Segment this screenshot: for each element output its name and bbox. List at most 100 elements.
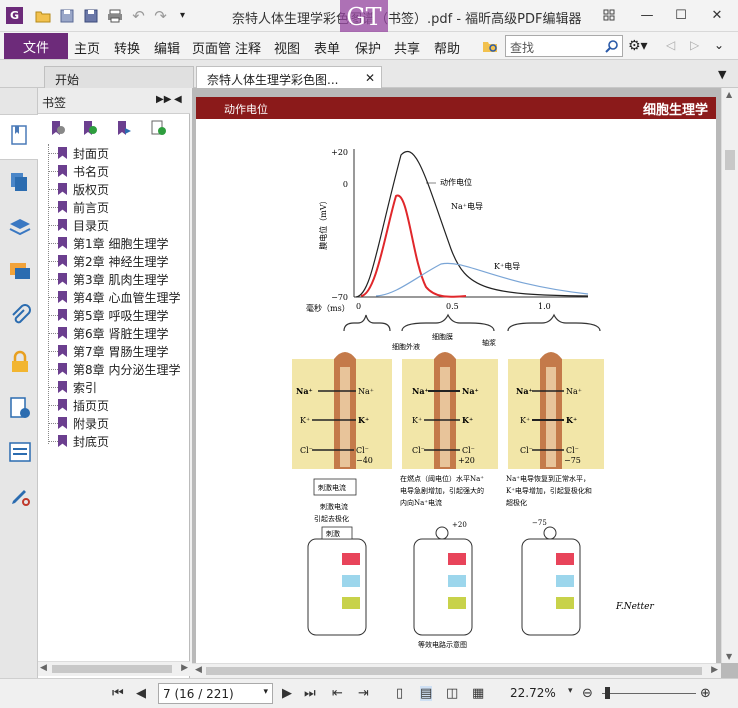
zoom-slider-thumb[interactable] bbox=[605, 687, 610, 699]
add-bookmark-icon[interactable] bbox=[82, 120, 98, 136]
tab-close-icon[interactable]: ✕ bbox=[365, 71, 375, 85]
bookmark-panel-icon[interactable] bbox=[8, 124, 32, 148]
page-number-input[interactable]: 7 (16 / 221) ▾ bbox=[158, 683, 273, 704]
menu-convert[interactable]: 转换 bbox=[114, 38, 140, 57]
bookmark-properties-icon[interactable] bbox=[116, 120, 132, 136]
minimize-button[interactable]: — bbox=[634, 4, 660, 26]
scroll-up-icon[interactable]: ▲ bbox=[726, 90, 732, 99]
add-child-bookmark-icon[interactable] bbox=[150, 120, 166, 136]
pages-thumbnail-icon[interactable] bbox=[8, 170, 32, 194]
single-page-view-icon[interactable]: ▯ bbox=[396, 686, 403, 701]
bookmark-item[interactable]: 版权页 bbox=[48, 180, 190, 198]
document-vscrollbar[interactable]: ▲ ▼ bbox=[721, 88, 738, 663]
zoom-out-icon[interactable]: ⊖ bbox=[582, 686, 593, 701]
next-view-icon[interactable]: ⇥ bbox=[358, 686, 369, 701]
bookmark-item[interactable]: 第8章 内分泌生理学 bbox=[48, 360, 190, 378]
security-lock-icon[interactable] bbox=[8, 350, 32, 374]
delete-bookmark-icon[interactable] bbox=[50, 120, 66, 136]
menu-form[interactable]: 表单 bbox=[314, 38, 340, 57]
attachment-paperclip-icon[interactable] bbox=[8, 304, 32, 328]
find-folder-icon[interactable] bbox=[482, 38, 498, 54]
bookmark-item[interactable]: 索引 bbox=[48, 378, 190, 396]
menu-help[interactable]: 帮助 bbox=[434, 38, 460, 57]
menu-share[interactable]: 共享 bbox=[394, 38, 420, 57]
bookmark-item[interactable]: 目录页 bbox=[48, 216, 190, 234]
bookmark-item[interactable]: 附录页 bbox=[48, 414, 190, 432]
facing-view-icon[interactable]: ◫ bbox=[446, 686, 458, 701]
menu-protect[interactable]: 保护 bbox=[355, 38, 381, 57]
page-dropdown-icon[interactable]: ▾ bbox=[263, 687, 268, 697]
nav-forward-icon[interactable]: ▷ bbox=[690, 38, 699, 52]
first-page-icon[interactable]: ⏮ bbox=[112, 686, 124, 701]
caption-right-line: 超极化 bbox=[506, 498, 527, 507]
content-list-icon[interactable] bbox=[8, 440, 32, 464]
bookmark-item[interactable]: 书名页 bbox=[48, 162, 190, 180]
open-folder-icon[interactable] bbox=[34, 7, 51, 24]
bookmark-item[interactable]: 第7章 胃肠生理学 bbox=[48, 342, 190, 360]
scroll-left-icon[interactable]: ◀ bbox=[40, 663, 47, 673]
close-button[interactable]: ✕ bbox=[704, 4, 730, 26]
document-view[interactable]: 动作电位 细胞生理学 +20 0 −70 膜电位（mV） 毫秒（ms） 0 0.… bbox=[192, 88, 738, 678]
continuous-facing-view-icon[interactable]: ▦ bbox=[472, 686, 484, 701]
nav-back-icon[interactable]: ◁ bbox=[666, 38, 675, 52]
search-icon[interactable] bbox=[605, 39, 619, 53]
zoom-slider-track[interactable] bbox=[602, 693, 696, 694]
tab-list-dropdown-icon[interactable]: ▼ bbox=[718, 68, 726, 81]
menu-edit[interactable]: 编辑 bbox=[154, 38, 180, 57]
scroll-thumb[interactable] bbox=[52, 665, 172, 673]
scroll-right-icon[interactable]: ▶ bbox=[181, 663, 188, 673]
prev-page-icon[interactable]: ◀ bbox=[136, 686, 146, 701]
last-page-icon[interactable]: ⏭ bbox=[304, 686, 316, 701]
undo-icon[interactable]: ↶ bbox=[130, 7, 147, 25]
panel-collapse-icon[interactable]: ◀ bbox=[174, 94, 182, 105]
tab-start[interactable]: 开始 bbox=[44, 66, 194, 88]
bookmark-item[interactable]: 封面页 bbox=[48, 144, 190, 162]
customize-toolbar-icon[interactable]: ▾ bbox=[174, 7, 191, 24]
page-header-left: 动作电位 bbox=[224, 103, 268, 116]
menu-view[interactable]: 视图 bbox=[274, 38, 300, 57]
print-icon[interactable] bbox=[106, 7, 123, 24]
status-bar: ⏮ ◀ 7 (16 / 221) ▾ ▶ ⏭ ⇤ ⇥ ▯ ▤ ◫ ▦ 22.72… bbox=[0, 678, 738, 708]
bookmark-item[interactable]: 第1章 细胞生理学 bbox=[48, 234, 190, 252]
scroll-right-icon[interactable]: ▶ bbox=[711, 665, 718, 675]
next-page-icon[interactable]: ▶ bbox=[282, 686, 292, 701]
menu-comment[interactable]: 注释 bbox=[235, 38, 261, 57]
scroll-left-icon[interactable]: ◀ bbox=[195, 665, 202, 675]
maximize-button[interactable]: ☐ bbox=[668, 4, 694, 26]
settings-gear-icon[interactable]: ⚙▾ bbox=[628, 38, 648, 54]
layout-icon[interactable] bbox=[596, 4, 622, 26]
bookmark-label: 目录页 bbox=[73, 218, 110, 233]
redo-icon[interactable]: ↷ bbox=[152, 7, 169, 25]
document-info-icon[interactable] bbox=[8, 396, 32, 420]
zoom-dropdown-icon[interactable]: ▾ bbox=[568, 686, 573, 696]
menu-page-manage[interactable]: 页面管 bbox=[192, 38, 232, 57]
panel-expand-icon[interactable]: ▶▶ bbox=[156, 94, 171, 105]
save-icon[interactable] bbox=[58, 7, 75, 24]
previous-view-icon[interactable]: ⇤ bbox=[332, 686, 343, 701]
bookmark-item[interactable]: 第6章 肾脏生理学 bbox=[48, 324, 190, 342]
bookmark-item[interactable]: 第4章 心血管生理学 bbox=[48, 288, 190, 306]
file-menu-button[interactable]: 文件 bbox=[4, 33, 68, 59]
search-input[interactable]: 查找 bbox=[505, 35, 623, 57]
signature-pen-icon[interactable] bbox=[8, 484, 32, 508]
menu-home[interactable]: 主页 bbox=[74, 38, 100, 57]
bookmark-item[interactable]: 第2章 神经生理学 bbox=[48, 252, 190, 270]
bookmark-item[interactable]: 第3章 肌肉生理学 bbox=[48, 270, 190, 288]
scroll-down-icon[interactable]: ▼ bbox=[726, 652, 732, 661]
scroll-thumb[interactable] bbox=[206, 667, 702, 675]
save-as-icon[interactable] bbox=[82, 7, 99, 24]
bookmark-item[interactable]: 封底页 bbox=[48, 432, 190, 450]
bookmark-item[interactable]: 前言页 bbox=[48, 198, 190, 216]
layers-icon[interactable] bbox=[8, 216, 32, 240]
continuous-view-icon[interactable]: ▤ bbox=[420, 686, 433, 701]
zoom-in-icon[interactable]: ⊕ bbox=[700, 686, 711, 701]
document-hscrollbar[interactable]: ◀ ▶ bbox=[192, 663, 721, 678]
tab-document[interactable]: 奈特人体生理学彩色图... ✕ bbox=[196, 66, 382, 88]
scroll-thumb[interactable] bbox=[725, 150, 735, 170]
bookmark-hscrollbar[interactable]: ◀ ▶ bbox=[38, 661, 190, 676]
ribbon-collapse-icon[interactable]: ⌄ bbox=[714, 38, 724, 52]
page-header-right: 细胞生理学 bbox=[642, 103, 708, 118]
bookmark-item[interactable]: 第5章 呼吸生理学 bbox=[48, 306, 190, 324]
bookmark-item[interactable]: 插页页 bbox=[48, 396, 190, 414]
comments-icon[interactable] bbox=[8, 260, 32, 284]
